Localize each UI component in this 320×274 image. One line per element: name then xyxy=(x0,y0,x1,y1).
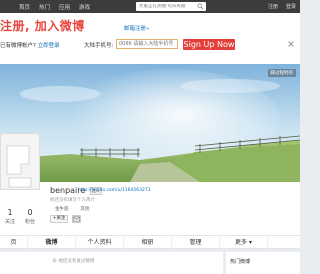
phone-input[interactable] xyxy=(116,39,178,49)
side-panel-title: 热门微博 xyxy=(230,259,251,265)
register-link[interactable]: 注册 xyxy=(268,3,278,10)
tab-home[interactable]: 页 xyxy=(0,236,28,249)
login-now-link[interactable]: 立即登录 xyxy=(38,43,60,49)
email-register-link[interactable]: 邮箱注册» xyxy=(124,24,149,32)
search-icon[interactable] xyxy=(197,3,204,10)
account-links: 注册 登录 xyxy=(260,0,296,13)
register-slogan: 注册, 加入微博 xyxy=(0,19,85,33)
feed-empty-text: 他还没有发过微博 xyxy=(52,258,94,264)
login-prompt-text: 已有微博帐户? xyxy=(0,43,36,49)
stat-followers[interactable]: 0 粉丝 xyxy=(20,208,40,225)
nav-games[interactable]: 游戏 xyxy=(79,3,90,11)
nav-home[interactable]: 首页 xyxy=(19,3,30,11)
phone-label: 大陆手机号: xyxy=(84,43,114,49)
cover-photo: 踩过程时的 xyxy=(0,64,300,182)
feed-empty-label: 他还没有发过微博 xyxy=(58,259,95,264)
stat-followers-label: 粉丝 xyxy=(24,219,35,225)
cover-tag[interactable]: 踩过程时的 xyxy=(267,69,296,77)
side-panel: 热门微博 xyxy=(226,252,300,274)
profile-url[interactable]: http://weibo.com/u/1164563273 xyxy=(78,188,151,193)
profile-panel: benpaire 达人 http://weibo.com/u/116456327… xyxy=(0,182,300,235)
tab-weibo[interactable]: 微博 xyxy=(28,236,76,249)
stat-followers-count: 0 xyxy=(27,208,33,217)
cover-landscape-image xyxy=(0,64,300,182)
top-nav-bar: 首页 热门 应用 游戏 注册 登录 xyxy=(0,0,300,13)
tab-album[interactable]: 相册 xyxy=(124,236,172,249)
tab-profile[interactable]: 个人资料 xyxy=(76,236,124,249)
register-banner: 注册, 加入微博 邮箱注册» 已有微博帐户? 立即登录 大陆手机号: Sign … xyxy=(0,13,300,64)
search-box[interactable] xyxy=(136,2,206,11)
feed-panel: 他还没有发过微博 xyxy=(0,252,223,274)
search-input[interactable] xyxy=(139,4,193,9)
message-button[interactable] xyxy=(72,215,81,223)
tab-manage[interactable]: 管理 xyxy=(172,236,220,249)
stat-following[interactable]: 1 关注 xyxy=(0,208,20,225)
avatar[interactable] xyxy=(0,133,40,190)
profile-stats: 1 关注 0 粉丝 xyxy=(0,208,40,225)
meta-zodiac: 金牛座 xyxy=(55,207,69,212)
meta-location: 其他 xyxy=(80,207,90,212)
default-avatar-icon xyxy=(1,134,39,189)
top-nav: 首页 热门 应用 游戏 xyxy=(0,0,90,13)
profile-bio: 他还没有填写个人简介 xyxy=(50,198,95,203)
follow-button[interactable]: +关注 xyxy=(50,215,68,223)
stat-following-label: 关注 xyxy=(4,219,15,225)
mail-icon xyxy=(73,216,80,222)
close-icon[interactable] xyxy=(287,40,295,48)
profile-tabs: 页 微博 个人资料 相册 管理 更多 ▾ xyxy=(0,235,300,249)
login-prompt: 已有微博帐户? 立即登录 xyxy=(0,41,60,49)
tab-more[interactable]: 更多 ▾ xyxy=(220,236,268,249)
info-icon xyxy=(52,258,57,263)
profile-meta: 金牛座 其他 xyxy=(55,206,102,212)
sign-up-button[interactable]: Sign Up Now xyxy=(183,39,235,50)
nav-apps[interactable]: 应用 xyxy=(59,3,70,11)
stat-following-count: 1 xyxy=(7,208,13,217)
nav-hot[interactable]: 热门 xyxy=(39,3,50,11)
login-link[interactable]: 登录 xyxy=(286,3,296,10)
